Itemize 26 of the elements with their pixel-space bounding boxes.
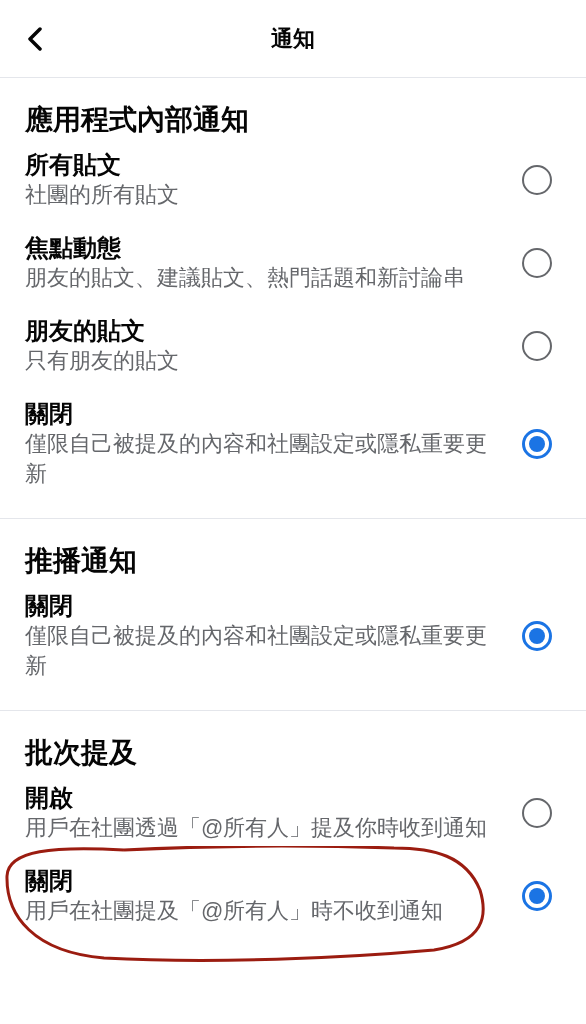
- radio-button[interactable]: [522, 798, 552, 828]
- radio-button[interactable]: [522, 165, 552, 195]
- option-title: 關閉: [25, 591, 74, 621]
- option-description: 朋友的貼文、建議貼文、熱門話題和新討論串: [25, 264, 466, 292]
- option-title: 關閉: [25, 399, 74, 429]
- option-description: 只有朋友的貼文: [25, 347, 180, 375]
- option-title: 所有貼文: [25, 150, 122, 180]
- back-icon[interactable]: [26, 27, 44, 51]
- option-title: 開啟: [25, 783, 74, 813]
- option-title: 焦點動態: [25, 233, 122, 263]
- option-description: 用戶在社團提及「@所有人」時不收到通知: [25, 897, 445, 925]
- option-description: 僅限自己被提及的內容和社團設定或隱私重要更新: [25, 430, 488, 488]
- option-title: 朋友的貼文: [25, 316, 146, 346]
- radio-button[interactable]: [522, 621, 552, 651]
- option-title: 關閉: [25, 866, 74, 896]
- radio-button[interactable]: [522, 331, 552, 361]
- page-title: 通知: [271, 25, 315, 53]
- option-description: 用戶在社團透過「@所有人」提及你時收到通知: [25, 814, 489, 842]
- section-heading: 應用程式內部通知: [25, 103, 250, 137]
- option-description: 僅限自己被提及的內容和社團設定或隱私重要更新: [25, 622, 488, 680]
- section-heading: 批次提及: [25, 736, 138, 770]
- radio-button[interactable]: [522, 429, 552, 459]
- radio-button[interactable]: [522, 248, 552, 278]
- option-description: 社團的所有貼文: [25, 181, 180, 209]
- section-heading: 推播通知: [25, 544, 138, 578]
- radio-button[interactable]: [522, 881, 552, 911]
